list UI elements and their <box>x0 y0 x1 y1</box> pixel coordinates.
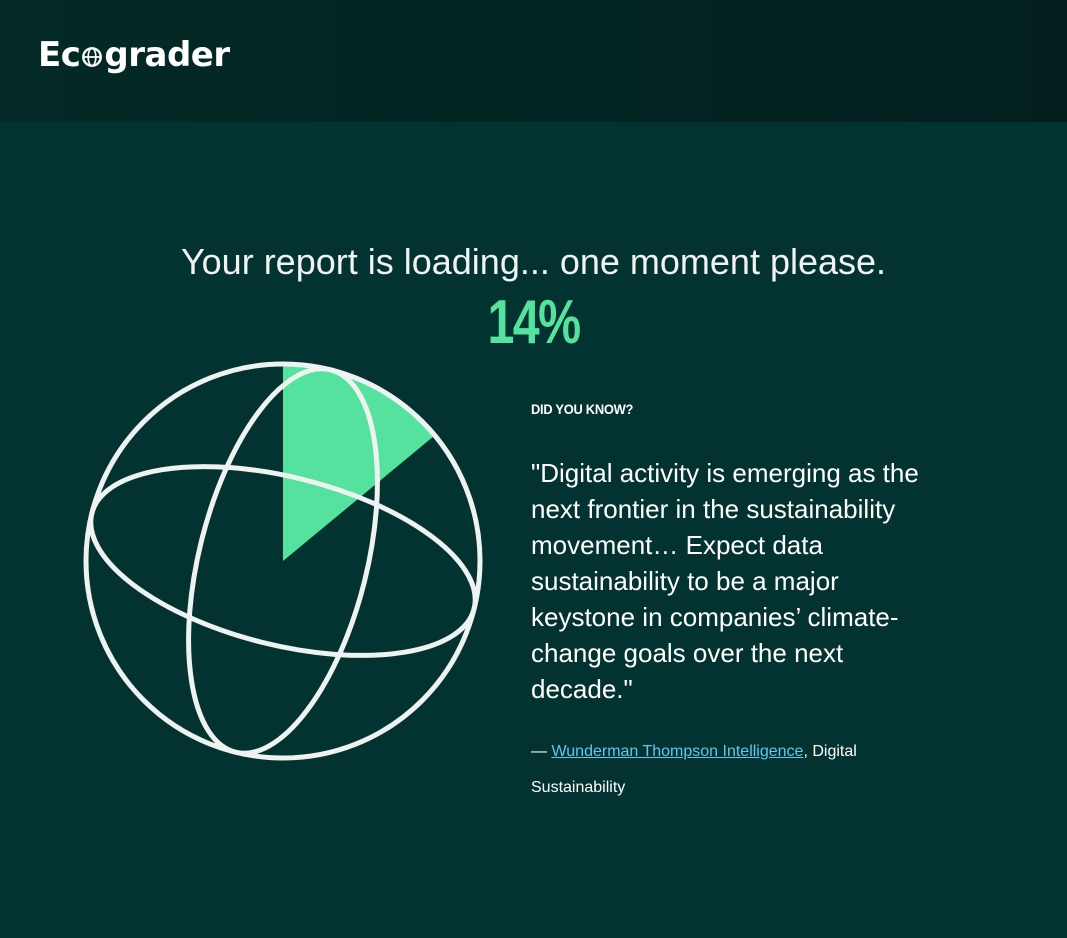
globe-icon <box>82 47 103 67</box>
logo-text-suffix: grader <box>104 35 230 75</box>
progress-globe <box>83 361 483 761</box>
attribution-dash: — <box>531 743 552 760</box>
loading-message: Your report is loading... one moment ple… <box>180 241 887 282</box>
progress-percent: 14% <box>487 288 581 357</box>
quote-attribution: — Wunderman Thompson Intelligence, Digit… <box>531 734 931 806</box>
logo-text-prefix: Ec <box>38 35 81 75</box>
did-you-know-heading: DID YOU KNOW? <box>531 401 634 417</box>
source-link[interactable]: Wunderman Thompson Intelligence <box>551 743 803 760</box>
ecograder-logo[interactable]: Ec grader <box>38 30 230 80</box>
site-header: Ec grader <box>0 0 1067 122</box>
fact-quote: "Digital activity is emerging as the nex… <box>531 458 919 704</box>
